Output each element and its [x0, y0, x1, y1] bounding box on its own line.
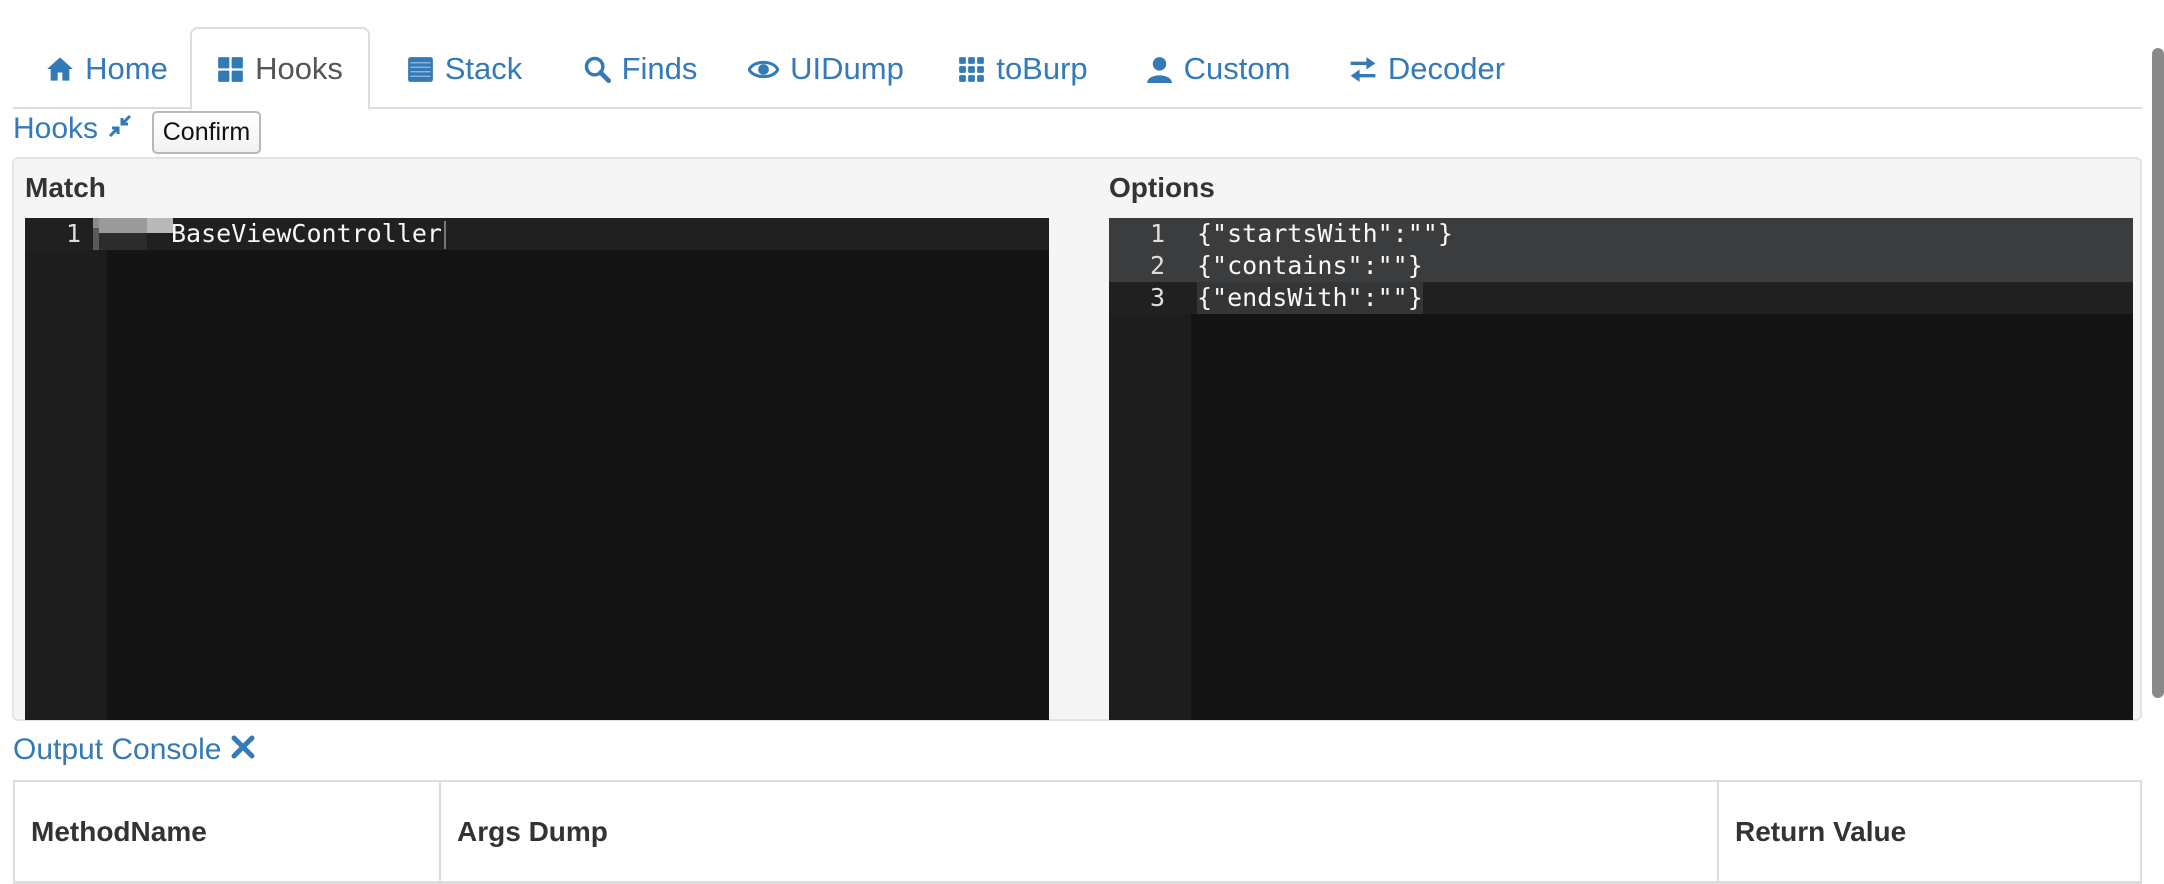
line-number: 2	[1149, 251, 1165, 280]
tab-label: UIDump	[790, 51, 904, 86]
tab-uidump[interactable]: UIDump	[748, 27, 904, 111]
tab-stack[interactable]: Stack	[402, 27, 527, 111]
tab-label: Home	[85, 51, 168, 86]
user-icon	[1146, 56, 1173, 83]
tab-decoder[interactable]: Decoder	[1349, 27, 1506, 111]
tab-hooks[interactable]: Hooks	[190, 27, 370, 111]
tab-toburp[interactable]: toBurp	[958, 27, 1088, 111]
code-text: {"startsWith":""}	[1197, 219, 1453, 248]
redacted-text	[93, 218, 173, 250]
tab-label: Stack	[444, 51, 523, 86]
hooks-panel: Match Options 1 BaseViewController 1 {"s…	[12, 157, 2142, 721]
tab-home[interactable]: Home	[42, 27, 172, 111]
eye-icon	[748, 56, 780, 83]
match-editor[interactable]: 1 BaseViewController	[25, 218, 1049, 720]
tab-custom[interactable]: Custom	[1146, 27, 1291, 111]
grid-small-icon	[958, 56, 985, 83]
hooks-heading[interactable]: Hooks	[13, 112, 132, 146]
output-console-title: Output Console	[13, 733, 222, 766]
tab-label: Custom	[1183, 51, 1291, 86]
hooks-title: Hooks	[13, 112, 99, 145]
options-editor[interactable]: 1 {"startsWith":""} 2 {"contains":""} 3 …	[1109, 218, 2133, 720]
editor-line: 1 {"startsWith":""}	[1109, 218, 2133, 250]
confirm-button[interactable]: Confirm	[152, 111, 261, 154]
output-table: MethodName Args Dump Return Value	[13, 780, 2142, 884]
search-icon	[583, 55, 611, 83]
code-text: {"contains":""}	[1197, 251, 1423, 280]
close-icon[interactable]	[231, 733, 255, 767]
editor-line: 1 BaseViewController	[25, 218, 1049, 250]
nav-tabs: Home Hooks Stack Finds UIDump toBurp Cus…	[13, 0, 2142, 111]
line-number: 1	[65, 219, 81, 248]
stack-icon	[407, 56, 434, 83]
line-number: 1	[1149, 219, 1165, 248]
line-number: 3	[1149, 283, 1165, 312]
code-text: BaseViewController	[171, 218, 446, 250]
home-icon	[46, 55, 74, 83]
match-label: Match	[25, 172, 106, 203]
editor-line: 2 {"contains":""}	[1109, 250, 2133, 282]
column-header-methodname: MethodName	[15, 782, 441, 881]
editor-line: 3 {"endsWith":""}	[1109, 282, 2133, 314]
options-label: Options	[1109, 172, 1215, 203]
collapse-arrows-icon[interactable]	[108, 112, 132, 146]
page-scrollbar[interactable]	[2152, 48, 2164, 698]
output-console-heading: Output Console	[13, 733, 255, 767]
grid-large-icon	[217, 56, 244, 83]
tab-label: Hooks	[255, 51, 343, 86]
tab-finds[interactable]: Finds	[576, 27, 704, 111]
column-header-return-value: Return Value	[1735, 815, 1907, 847]
code-text: {"endsWith":""}	[1197, 282, 1423, 314]
tab-label: toBurp	[996, 51, 1088, 86]
tab-label: Finds	[621, 51, 698, 86]
tab-label: Decoder	[1387, 51, 1506, 86]
column-header-args-dump: Args Dump	[441, 782, 1719, 881]
transfer-icon	[1349, 56, 1377, 83]
editor-gutter	[25, 218, 107, 720]
